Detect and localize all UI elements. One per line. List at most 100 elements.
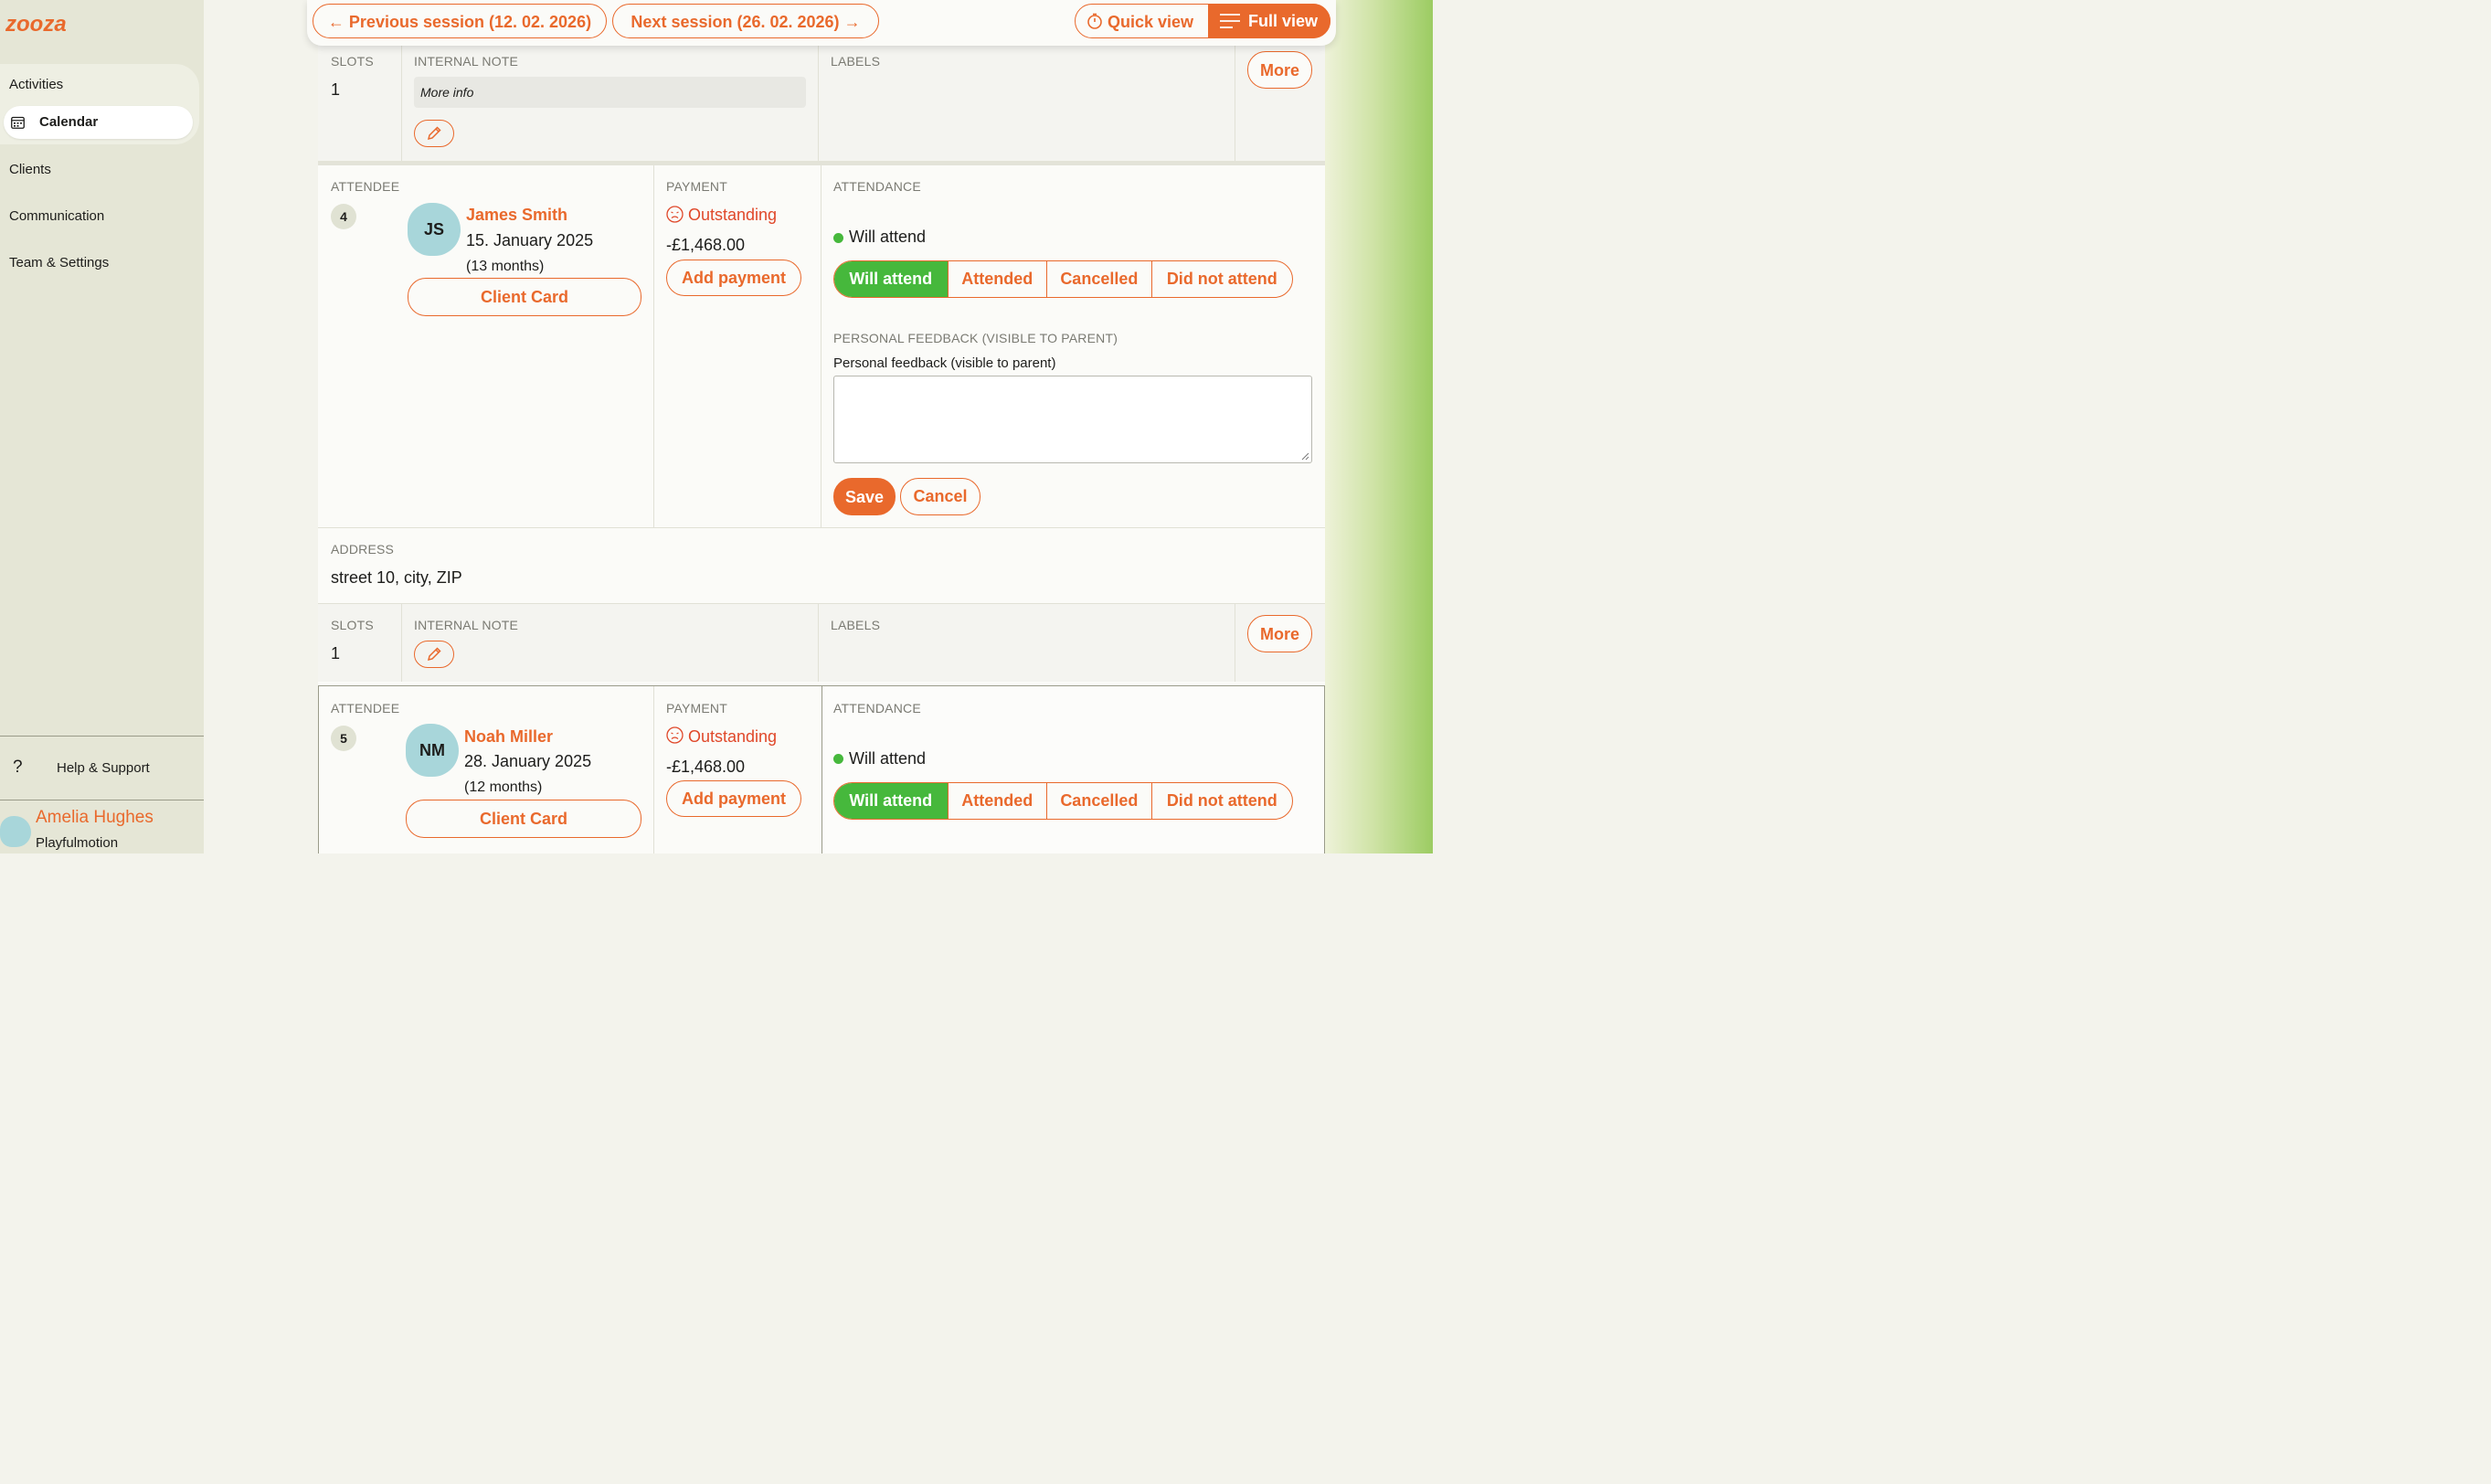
arrow-left-icon: ← bbox=[327, 13, 344, 31]
slots-label: SLOTS bbox=[331, 54, 374, 69]
sidebar-item-communication[interactable]: Communication bbox=[9, 208, 104, 224]
attended-option[interactable]: Attended bbox=[947, 783, 1047, 819]
attendance-options: Will attend Attended Cancelled Did not a… bbox=[833, 782, 1293, 820]
pencil-icon bbox=[427, 647, 441, 662]
address-label: ADDRESS bbox=[331, 542, 395, 556]
status-dot-icon bbox=[833, 754, 843, 764]
slots-value: 1 bbox=[331, 80, 341, 99]
divider bbox=[818, 603, 819, 682]
labels-label: LABELS bbox=[831, 618, 881, 632]
divider bbox=[821, 165, 822, 528]
divider bbox=[818, 46, 819, 161]
edit-note-button[interactable] bbox=[414, 120, 454, 147]
user-organization: Playfulmotion bbox=[36, 835, 119, 851]
divider bbox=[653, 165, 654, 528]
internal-note-value: More info bbox=[414, 77, 806, 108]
attendee-label: ATTENDEE bbox=[331, 179, 400, 194]
more-button[interactable]: More bbox=[1247, 51, 1312, 89]
personal-feedback-textarea[interactable] bbox=[833, 376, 1312, 463]
attendee-number-badge: 5 bbox=[331, 726, 356, 751]
full-view-label: Full view bbox=[1248, 11, 1319, 30]
pencil-icon bbox=[427, 126, 441, 141]
previous-session-button[interactable]: ← Previous session (12. 02. 2026) bbox=[313, 4, 607, 38]
attendee-age: (13 months) bbox=[466, 259, 545, 274]
cancelled-option[interactable]: Cancelled bbox=[1046, 261, 1151, 297]
user-avatar[interactable] bbox=[0, 816, 31, 847]
save-button[interactable]: Save bbox=[833, 478, 896, 515]
add-payment-button[interactable]: Add payment bbox=[666, 780, 801, 817]
more-button[interactable]: More bbox=[1247, 615, 1312, 652]
resize-grip-icon[interactable] bbox=[1301, 452, 1309, 461]
payment-label: PAYMENT bbox=[666, 701, 727, 716]
zooza-logo[interactable]: zooza bbox=[5, 9, 69, 37]
attendee-name-link[interactable]: Noah Miller bbox=[464, 727, 553, 747]
view-toggle: Quick view Full view bbox=[1075, 3, 1330, 38]
labels-label: LABELS bbox=[831, 54, 881, 69]
attendance-label: ATTENDANCE bbox=[833, 179, 921, 194]
attendee-birthdate: 28. January 2025 bbox=[464, 752, 592, 770]
divider bbox=[318, 603, 1325, 604]
attendee-birthdate: 15. January 2025 bbox=[466, 231, 594, 249]
attendee-avatar: JS bbox=[408, 203, 461, 256]
did-not-attend-option[interactable]: Did not attend bbox=[1150, 261, 1292, 297]
slots-value: 1 bbox=[331, 644, 341, 662]
slots-label: SLOTS bbox=[331, 618, 374, 632]
cancelled-option[interactable]: Cancelled bbox=[1046, 783, 1151, 819]
cancel-button[interactable]: Cancel bbox=[900, 478, 980, 515]
client-card-button[interactable]: Client Card bbox=[408, 278, 641, 316]
attendee-age: (12 months) bbox=[464, 779, 543, 795]
sidebar-item-activities[interactable]: Activities bbox=[9, 77, 63, 92]
payment-amount: -£1,468.00 bbox=[666, 236, 746, 254]
internal-note-label: INTERNAL NOTE bbox=[414, 54, 519, 69]
previous-session-label: Previous session (12. 02. 2026) bbox=[348, 13, 592, 31]
attendance-status: Will attend bbox=[849, 749, 927, 768]
address-value: street 10, city, ZIP bbox=[331, 568, 462, 587]
sad-face-icon bbox=[666, 206, 684, 223]
attendance-status: Will attend bbox=[849, 228, 927, 246]
did-not-attend-option[interactable]: Did not attend bbox=[1150, 783, 1292, 819]
attendance-options: Will attend Attended Cancelled Did not a… bbox=[833, 260, 1293, 298]
user-name[interactable]: Amelia Hughes bbox=[36, 808, 154, 828]
stopwatch-icon bbox=[1087, 13, 1102, 29]
edit-note-button[interactable] bbox=[414, 641, 454, 668]
sidebar: zooza Activities Calendar Clients Commun… bbox=[0, 0, 204, 853]
payment-label: PAYMENT bbox=[666, 179, 727, 194]
internal-note-label: INTERNAL NOTE bbox=[414, 618, 519, 632]
menu-icon bbox=[1220, 13, 1240, 28]
sidebar-item-label: Calendar bbox=[39, 114, 99, 130]
sidebar-item-calendar[interactable]: Calendar bbox=[4, 106, 193, 139]
personal-feedback-title: Personal feedback (visible to parent) bbox=[833, 355, 1056, 371]
calendar-icon bbox=[11, 116, 25, 129]
payment-amount: -£1,468.00 bbox=[666, 758, 746, 776]
attendee-label: ATTENDEE bbox=[331, 701, 400, 716]
payment-status: Outstanding bbox=[688, 206, 778, 224]
personal-feedback-label: PERSONAL FEEDBACK (VISIBLE TO PARENT) bbox=[833, 331, 1118, 345]
background-gradient bbox=[1325, 0, 1433, 853]
help-support-link[interactable]: Help & Support bbox=[57, 760, 150, 776]
help-icon: ? bbox=[13, 758, 23, 777]
add-payment-button[interactable]: Add payment bbox=[666, 260, 801, 296]
session-toolbar: ← Previous session (12. 02. 2026) Next s… bbox=[307, 0, 1336, 46]
full-view-button[interactable]: Full view bbox=[1208, 3, 1330, 38]
will-attend-option[interactable]: Will attend bbox=[834, 783, 948, 819]
quick-view-label: Quick view bbox=[1108, 13, 1194, 31]
attendance-label: ATTENDANCE bbox=[833, 701, 921, 716]
attended-option[interactable]: Attended bbox=[947, 261, 1047, 297]
will-attend-option[interactable]: Will attend bbox=[834, 261, 948, 297]
svg-text:zooza: zooza bbox=[5, 12, 67, 37]
attendee-number-badge: 4 bbox=[331, 204, 356, 229]
attendee-avatar: NM bbox=[406, 724, 459, 777]
sad-face-icon bbox=[666, 726, 684, 744]
status-dot-icon bbox=[833, 233, 843, 243]
attendee-name-link[interactable]: James Smith bbox=[466, 206, 567, 225]
next-session-label: Next session (26. 02. 2026) bbox=[631, 13, 840, 31]
divider bbox=[401, 46, 402, 161]
next-session-button[interactable]: Next session (26. 02. 2026) → bbox=[612, 4, 879, 38]
divider bbox=[401, 603, 402, 682]
sidebar-item-team-settings[interactable]: Team & Settings bbox=[9, 255, 109, 270]
sidebar-item-clients[interactable]: Clients bbox=[9, 162, 51, 177]
attendee-meta-row bbox=[318, 603, 1325, 682]
quick-view-button[interactable]: Quick view bbox=[1076, 5, 1208, 37]
arrow-right-icon: → bbox=[843, 13, 861, 31]
client-card-button[interactable]: Client Card bbox=[406, 800, 641, 838]
